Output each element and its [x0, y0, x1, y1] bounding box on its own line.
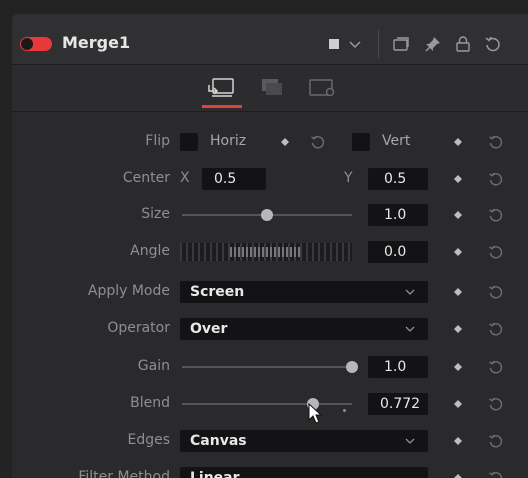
- reset-icon[interactable]: [488, 244, 504, 260]
- filter-method-value: Linear: [190, 470, 240, 478]
- keyframe-icon[interactable]: [453, 399, 463, 409]
- operator-row: Operator Over: [12, 315, 528, 343]
- keyframe-icon[interactable]: [453, 247, 463, 257]
- inspector-tabbar: [12, 65, 528, 112]
- size-label: Size: [141, 206, 170, 222]
- reset-icon[interactable]: [488, 321, 504, 337]
- keyframe-icon[interactable]: [453, 436, 463, 446]
- reset-icon[interactable]: [310, 134, 326, 150]
- tools-tab-icon[interactable]: [202, 75, 238, 101]
- chevron-down-icon: [405, 438, 415, 444]
- operator-dropdown[interactable]: Over: [180, 318, 428, 340]
- pin-icon[interactable]: [424, 35, 442, 53]
- keyframe-icon[interactable]: [453, 324, 463, 334]
- reset-node-icon[interactable]: [484, 35, 502, 53]
- header-divider: [378, 30, 379, 58]
- keyframe-icon[interactable]: [453, 473, 463, 478]
- angle-label: Angle: [130, 243, 170, 259]
- reset-icon[interactable]: [488, 284, 504, 300]
- keyframe-icon[interactable]: [453, 210, 463, 220]
- chevron-down-icon: [405, 289, 415, 295]
- center-y-input[interactable]: 0.5: [368, 168, 428, 190]
- reset-icon[interactable]: [488, 134, 504, 150]
- center-row: Center X 0.5 Y 0.5: [12, 165, 528, 193]
- center-y-label: Y: [344, 170, 353, 186]
- gain-label: Gain: [137, 358, 170, 374]
- size-slider-knob[interactable]: [261, 209, 273, 221]
- channels-tab-icon[interactable]: [254, 75, 290, 101]
- keyframe-icon[interactable]: [280, 137, 290, 147]
- keyframe-icon[interactable]: [453, 174, 463, 184]
- flip-row: Flip Horiz Vert: [12, 128, 528, 156]
- color-swatch-icon[interactable]: [326, 35, 344, 53]
- keyframe-icon[interactable]: [453, 362, 463, 372]
- angle-thumbwheel[interactable]: [180, 243, 352, 261]
- settings-tab-icon[interactable]: [304, 75, 340, 101]
- blend-row: Blend 0.772: [12, 390, 528, 424]
- inspector-panel: Merge1 Flip Horiz Vert Center X 0.5 Y 0.…: [12, 14, 528, 478]
- versions-icon[interactable]: [392, 35, 410, 53]
- edges-row: Edges Canvas: [12, 427, 528, 455]
- center-label: Center: [122, 170, 170, 186]
- node-header: Merge1: [12, 14, 528, 65]
- operator-value: Over: [190, 321, 228, 337]
- gain-slider-knob[interactable]: [346, 361, 358, 373]
- keyframe-icon[interactable]: [453, 287, 463, 297]
- edges-value: Canvas: [190, 433, 247, 449]
- filter-method-dropdown[interactable]: Linear: [180, 467, 428, 478]
- apply-mode-value: Screen: [190, 284, 245, 300]
- blend-default-marker: [343, 409, 346, 412]
- reset-icon[interactable]: [488, 171, 504, 187]
- flip-horiz-label: Horiz: [210, 133, 247, 149]
- angle-input[interactable]: 0.0: [368, 241, 428, 263]
- apply-mode-row: Apply Mode Screen: [12, 278, 528, 306]
- center-x-input[interactable]: 0.5: [202, 168, 266, 190]
- blend-label: Blend: [130, 395, 170, 411]
- edges-dropdown[interactable]: Canvas: [180, 430, 428, 452]
- filter-method-row: Filter Method Linear: [12, 464, 528, 478]
- lock-icon[interactable]: [454, 35, 472, 53]
- flip-vert-label: Vert: [382, 133, 411, 149]
- flip-label: Flip: [145, 133, 170, 149]
- active-tab-indicator: [202, 105, 242, 108]
- filter-method-label: Filter Method: [78, 469, 170, 478]
- reset-icon[interactable]: [488, 207, 504, 223]
- size-input[interactable]: 1.0: [368, 204, 428, 226]
- reset-icon[interactable]: [488, 433, 504, 449]
- reset-icon[interactable]: [488, 470, 504, 478]
- node-enable-toggle[interactable]: [20, 37, 52, 51]
- gain-row: Gain 1.0: [12, 353, 528, 381]
- gain-input[interactable]: 1.0: [368, 356, 428, 378]
- gain-slider-track[interactable]: [182, 366, 352, 368]
- flip-horiz-checkbox[interactable]: [180, 133, 198, 151]
- apply-mode-dropdown[interactable]: Screen: [180, 281, 428, 303]
- chevron-down-icon: [405, 326, 415, 332]
- edges-label: Edges: [127, 432, 170, 448]
- size-row: Size 1.0: [12, 201, 528, 229]
- apply-mode-label: Apply Mode: [87, 283, 170, 299]
- flip-vert-checkbox[interactable]: [352, 133, 370, 151]
- angle-row: Angle 0.0: [12, 238, 528, 266]
- node-title: Merge1: [62, 33, 131, 52]
- operator-label: Operator: [107, 320, 170, 336]
- chevron-down-icon[interactable]: [346, 35, 364, 53]
- reset-icon[interactable]: [488, 396, 504, 412]
- mouse-cursor-icon: [308, 402, 323, 424]
- blend-input[interactable]: 0.772: [368, 393, 428, 415]
- blend-slider-track[interactable]: [182, 403, 352, 405]
- reset-icon[interactable]: [488, 359, 504, 375]
- center-x-label: X: [180, 170, 190, 186]
- keyframe-icon[interactable]: [453, 137, 463, 147]
